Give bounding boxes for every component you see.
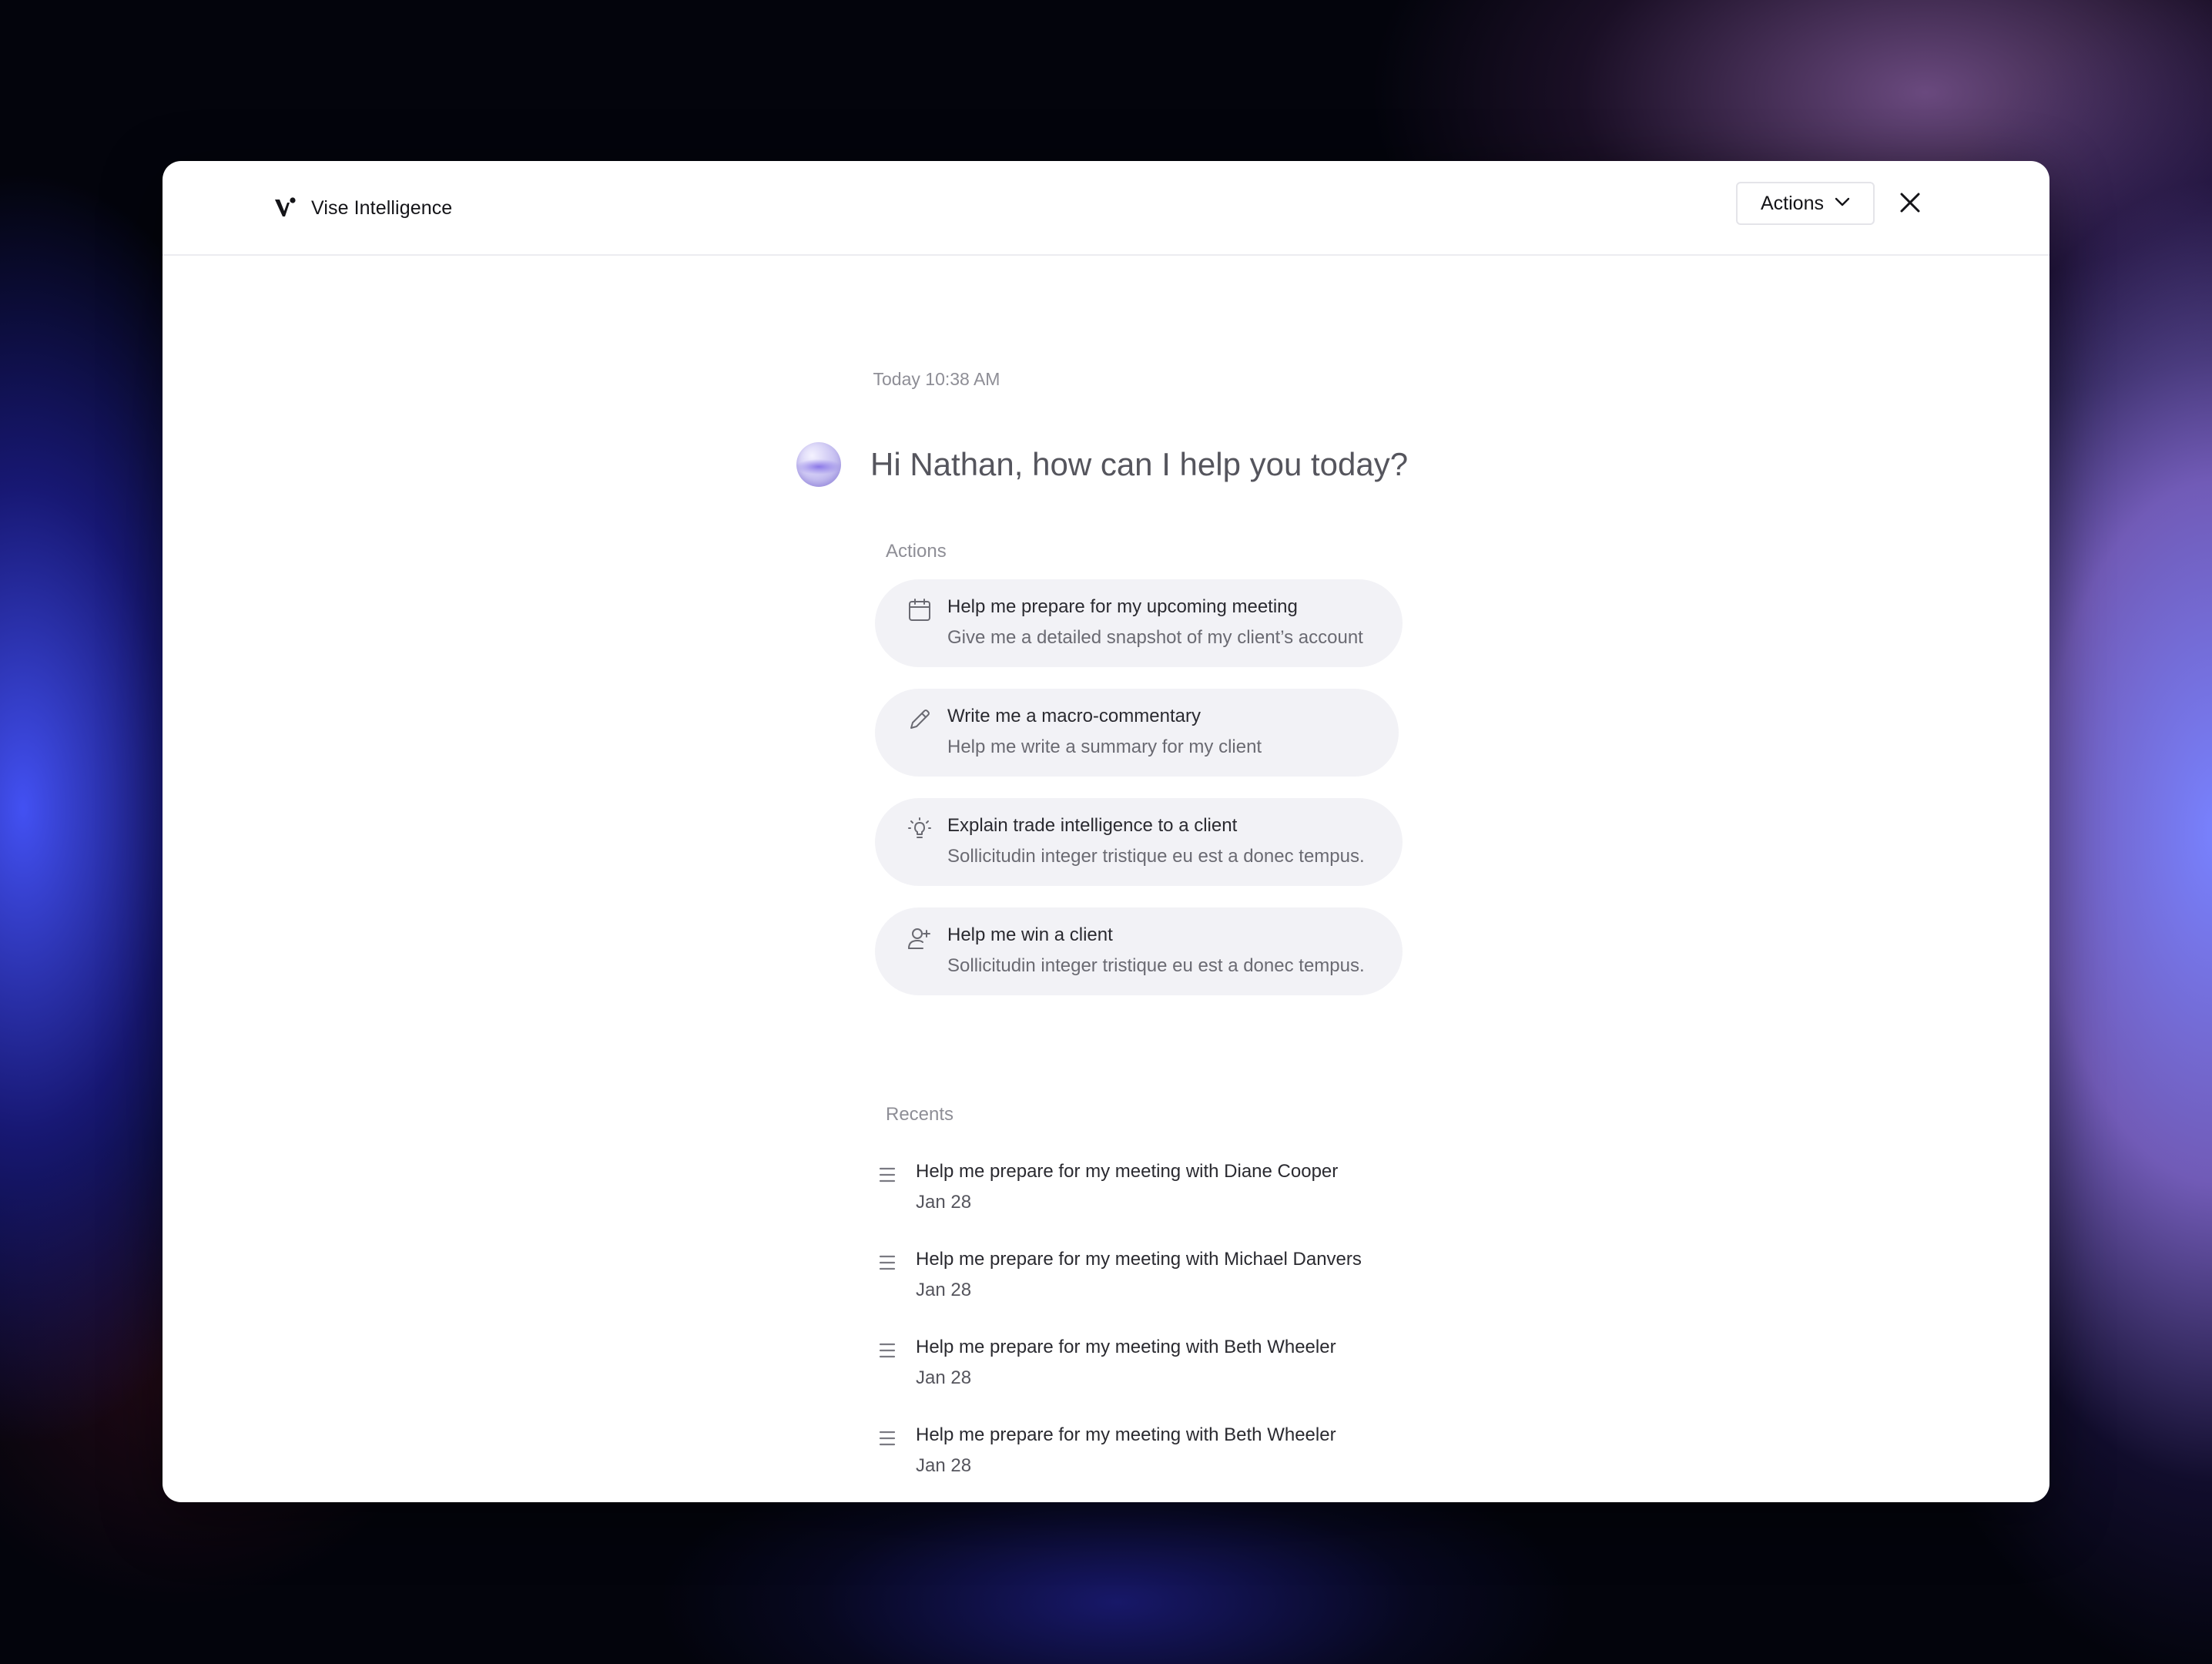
action-title: Help me prepare for my upcoming meeting: [947, 596, 1298, 617]
modal-header: Vise Intelligence Actions: [163, 161, 2049, 256]
recent-date: Jan 28: [916, 1192, 972, 1213]
brand: Vise Intelligence: [274, 189, 452, 227]
recent-date: Jan 28: [916, 1367, 972, 1388]
recent-item[interactable]: Help me prepare for my meeting with Dian…: [875, 1161, 1429, 1223]
action-subtitle: Help me write a summary for my client: [947, 736, 1262, 757]
recent-item[interactable]: Help me prepare for my meeting with Mich…: [875, 1249, 1429, 1310]
close-button[interactable]: [1895, 189, 1925, 220]
action-card-prepare-meeting[interactable]: Help me prepare for my upcoming meeting …: [875, 579, 1403, 667]
action-card-macro-commentary[interactable]: Write me a macro-commentary Help me writ…: [875, 689, 1399, 777]
recent-title: Help me prepare for my meeting with Mich…: [916, 1249, 1362, 1270]
calendar-icon: [906, 596, 933, 624]
recent-title: Help me prepare for my meeting with Dian…: [916, 1161, 1339, 1182]
lightbulb-icon: [906, 815, 933, 843]
pencil-icon: [906, 706, 933, 733]
recents-section-label: Recents: [886, 1104, 954, 1125]
action-subtitle: Sollicitudin integer tristique eu est a …: [947, 846, 1365, 867]
recent-date: Jan 28: [916, 1455, 972, 1476]
action-card-trade-intelligence[interactable]: Explain trade intelligence to a client S…: [875, 798, 1403, 886]
actions-dropdown-button[interactable]: Actions: [1736, 182, 1875, 225]
recent-date: Jan 28: [916, 1280, 972, 1300]
chevron-down-icon: [1835, 196, 1850, 210]
greeting-text: Hi Nathan, how can I help you today?: [870, 446, 1409, 482]
list-icon: [878, 1427, 897, 1449]
list-icon: [878, 1252, 897, 1273]
actions-section-label: Actions: [886, 541, 947, 562]
action-subtitle: Sollicitudin integer tristique eu est a …: [947, 955, 1365, 976]
action-card-win-client[interactable]: Help me win a client Sollicitudin intege…: [875, 907, 1403, 995]
assistant-modal: Vise Intelligence Actions Today 10:38 AM…: [163, 161, 2049, 1502]
action-subtitle: Give me a detailed snapshot of my client…: [947, 627, 1363, 648]
recent-item[interactable]: Help me prepare for my meeting with Beth…: [875, 1337, 1429, 1398]
recent-title: Help me prepare for my meeting with Beth…: [916, 1337, 1336, 1357]
add-user-icon: [906, 924, 933, 952]
action-title: Write me a macro-commentary: [947, 706, 1201, 726]
list-icon: [878, 1164, 897, 1186]
close-icon: [1899, 192, 1921, 217]
chat-timestamp: Today 10:38 AM: [873, 369, 1000, 389]
recent-title: Help me prepare for my meeting with Beth…: [916, 1424, 1336, 1445]
actions-dropdown-label: Actions: [1761, 192, 1824, 214]
app-title: Vise Intelligence: [311, 196, 453, 219]
assistant-avatar: [796, 442, 841, 487]
list-icon: [878, 1340, 897, 1361]
vise-logo-icon: [274, 196, 297, 220]
action-title: Help me win a client: [947, 924, 1113, 945]
recent-item[interactable]: Help me prepare for my meeting with Beth…: [875, 1424, 1429, 1486]
action-title: Explain trade intelligence to a client: [947, 815, 1238, 836]
greeting-row: Hi Nathan, how can I help you today?: [796, 440, 1408, 489]
